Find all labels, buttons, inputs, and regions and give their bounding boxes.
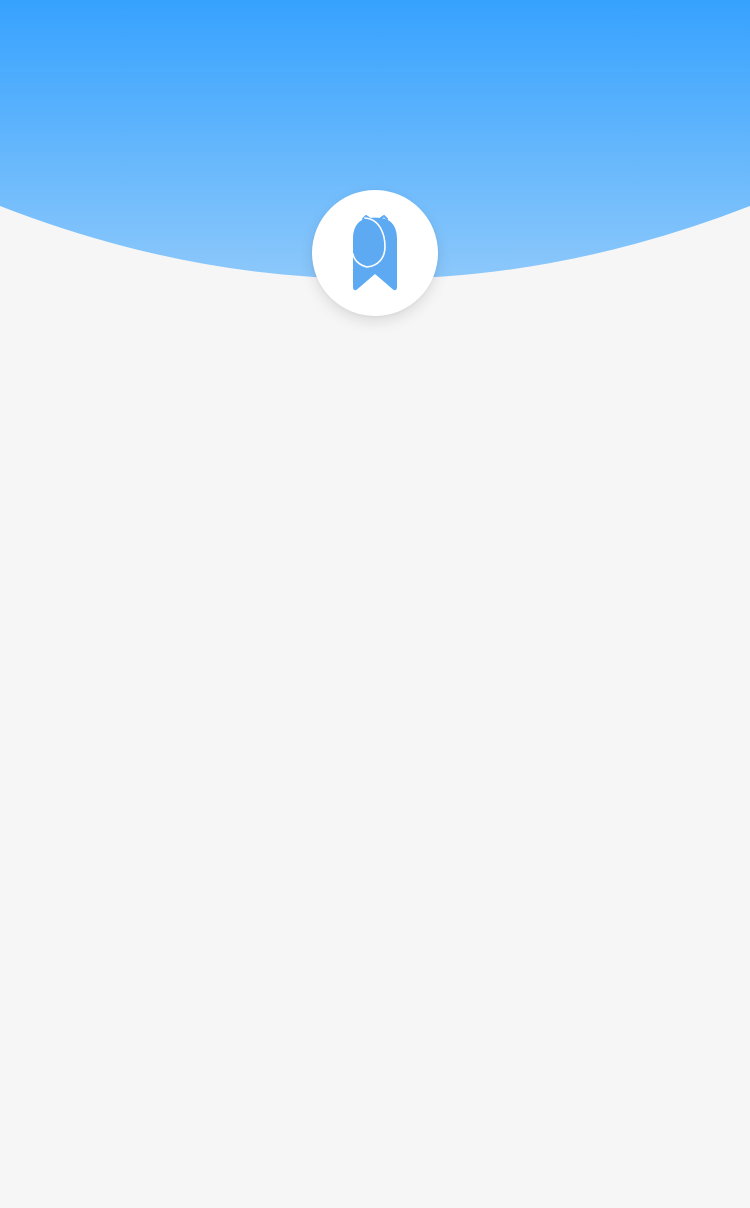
ribbon-bookmark-logo-icon	[352, 215, 397, 291]
app-logo-badge	[312, 190, 438, 316]
main-content	[0, 330, 750, 1208]
